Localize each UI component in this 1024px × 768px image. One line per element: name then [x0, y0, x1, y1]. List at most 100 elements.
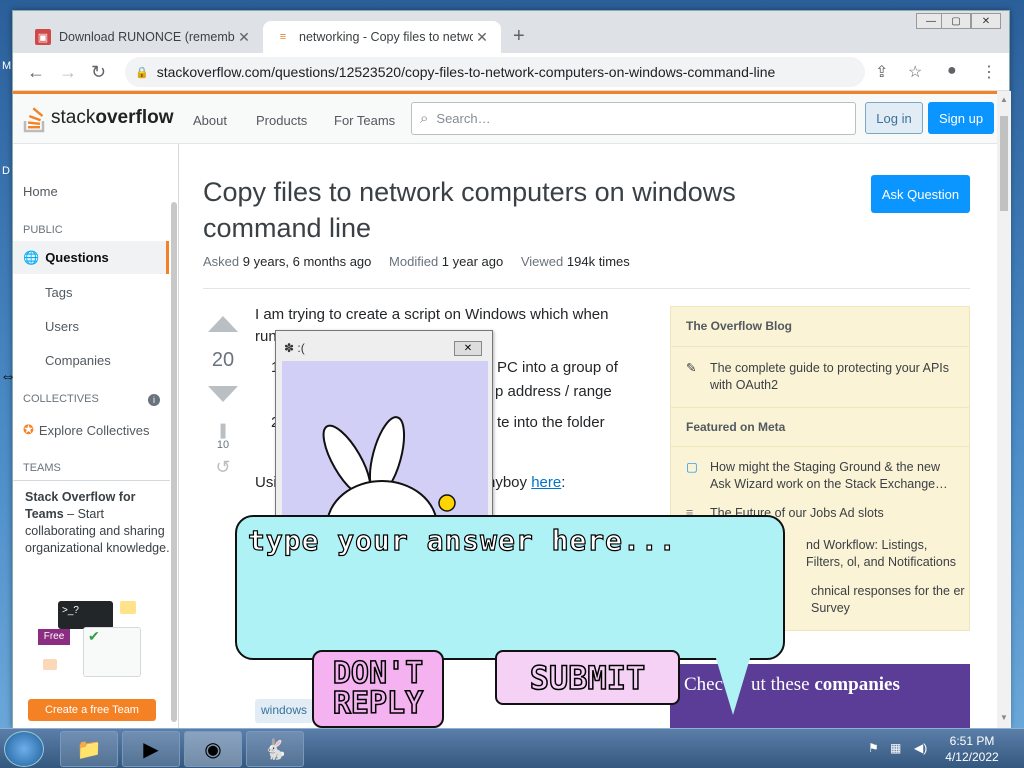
asked-label: Asked	[203, 254, 240, 269]
meta-item[interactable]: chnical responses for the er Survey	[811, 583, 966, 617]
terminal-icon: >_?	[58, 601, 113, 629]
search-placeholder: Search…	[436, 111, 491, 126]
meta-item[interactable]: nd Workflow: Listings, Filters, ol, and …	[806, 537, 966, 571]
viewed-value: 194k times	[566, 254, 630, 269]
submit-button[interactable]: SUBMIT	[495, 650, 680, 705]
clock[interactable]: 6:51 PM 4/12/2022	[942, 733, 1002, 765]
nav-for-teams[interactable]: For Teams	[334, 113, 395, 128]
signup-button[interactable]: Sign up	[928, 102, 994, 134]
downvote-icon[interactable]	[206, 384, 240, 404]
blog-item-text: The complete guide to protecting your AP…	[710, 361, 950, 392]
bookmark-icon[interactable]: ❚	[203, 421, 243, 439]
nav-about[interactable]: About	[193, 113, 227, 128]
meta-heading: Featured on Meta	[671, 407, 969, 447]
forward-icon[interactable]: →	[59, 62, 77, 83]
card-icon: ✔	[83, 627, 141, 677]
sidebar-item-home[interactable]: Home	[23, 184, 58, 199]
so-logo[interactable]: stack overflow	[23, 103, 173, 133]
menu-icon[interactable]: ⋮	[981, 62, 997, 82]
back-icon[interactable]: ←	[27, 62, 45, 83]
meta-item[interactable]: ▢ How might the Staging Ground & the new…	[686, 459, 961, 493]
chat-bubble-icon	[120, 601, 136, 614]
scroll-up-icon[interactable]: ▲	[1000, 95, 1008, 104]
desktop-icon-label[interactable]: M	[2, 60, 11, 72]
volume-icon[interactable]: ◀)	[914, 741, 927, 755]
network-icon[interactable]: ▦	[890, 741, 901, 755]
info-icon[interactable]: i	[148, 394, 160, 406]
new-tab-button[interactable]: +	[513, 25, 525, 48]
ask-question-button[interactable]: Ask Question	[871, 175, 970, 213]
page-scrollbar[interactable]: ▲ ▼	[997, 91, 1011, 729]
asked-value: 9 years, 6 months ago	[242, 254, 372, 269]
bunny-app-taskbar-icon[interactable]: 🐇	[246, 731, 304, 767]
gear-icon: ✽	[284, 341, 295, 355]
body-text: Usi	[255, 474, 277, 491]
sidebar-scrollbar[interactable]	[171, 202, 177, 722]
search-input[interactable]: ⌕ Search…	[411, 102, 856, 135]
blog-item[interactable]: ✎ The complete guide to protecting your …	[686, 360, 961, 394]
tab-title: networking - Copy files to netwo	[299, 30, 473, 44]
browser-toolbar: ← → ↻ 🔒 stackoverflow.com/questions/1252…	[13, 53, 1009, 91]
prank-popup-window[interactable]: ✽ :( ✕	[275, 330, 493, 520]
teams-illustration: >_? Free ✔	[38, 599, 148, 684]
modified-value[interactable]: 1 year ago	[442, 254, 503, 269]
explorer-taskbar-icon[interactable]: 📁	[60, 731, 118, 767]
list-text: te into the folder	[497, 414, 605, 431]
close-tab-icon[interactable]: ✕	[473, 29, 491, 46]
globe-icon: 🌐	[23, 249, 40, 265]
close-popup-button[interactable]: ✕	[454, 341, 482, 356]
question-title[interactable]: Copy files to network computers on windo…	[203, 174, 803, 246]
create-team-button[interactable]: Create a free Team	[28, 699, 156, 721]
sidebar-item-tags[interactable]: Tags	[45, 285, 72, 300]
clock-date: 4/12/2022	[945, 750, 999, 764]
start-button[interactable]	[4, 731, 44, 767]
upvote-icon[interactable]	[206, 314, 240, 334]
answer-input[interactable]: type your answer here...	[247, 523, 768, 564]
close-window-button[interactable]: ✕	[971, 13, 1001, 29]
dont-reply-button[interactable]: DON'T REPLY	[312, 650, 444, 728]
sidebar-item-questions[interactable]: 🌐 Questions	[13, 241, 169, 274]
vote-column: 20 ❚ 10 ↺	[203, 304, 243, 478]
desktop-icon-label[interactable]: D	[2, 165, 10, 177]
history-icon[interactable]: ↺	[203, 457, 243, 478]
address-bar[interactable]: 🔒 stackoverflow.com/questions/12523520/c…	[125, 57, 865, 87]
reload-icon[interactable]: ↻	[91, 62, 106, 83]
stackoverflow-icon: ≡	[279, 31, 287, 43]
popup-title: ✽ :(	[284, 341, 305, 355]
sidebar-item-companies[interactable]: Companies	[45, 353, 111, 368]
body-text: I am trying to create a script on Window…	[255, 306, 609, 323]
sidebar-item-label: Explore Collectives	[38, 422, 150, 438]
nav-products[interactable]: Products	[256, 113, 307, 128]
tag-windows[interactable]: windows	[255, 699, 314, 723]
left-sidebar: Home PUBLIC 🌐 Questions Tags Users Compa…	[13, 144, 179, 729]
so-logo-icon	[23, 107, 45, 133]
sidebar-section-public: PUBLIC	[23, 224, 63, 236]
sidebar-item-users[interactable]: Users	[45, 319, 79, 334]
media-player-taskbar-icon[interactable]: ▶	[122, 731, 180, 767]
search-icon: ⌕	[420, 110, 429, 127]
divider	[13, 480, 170, 481]
vote-count: 20	[211, 349, 235, 371]
maximize-button[interactable]: ▢	[941, 13, 971, 29]
windows-taskbar: 📁 ▶ ◉ 🐇 ⚑ ▦ ◀) 6:51 PM 4/12/2022	[0, 728, 1024, 768]
login-button[interactable]: Log in	[865, 102, 923, 134]
sidebar-item-explore-collectives[interactable]: ✪ Explore Collectives	[23, 422, 149, 438]
collectives-star-icon: ✪	[23, 422, 34, 437]
close-tab-icon[interactable]: ✕	[235, 29, 253, 46]
scroll-down-icon[interactable]: ▼	[1000, 713, 1008, 722]
chat-icon: ▢	[686, 460, 698, 474]
scrollbar-thumb[interactable]	[1000, 116, 1008, 211]
tab-runonce[interactable]: ▣ Download RUNONCE (remembe ✕	[23, 21, 263, 53]
star-icon[interactable]: ☆	[908, 62, 922, 82]
using-line: nyboy here:	[487, 472, 565, 494]
here-link[interactable]: here	[531, 474, 561, 491]
body-text: nyboy	[487, 474, 528, 491]
divider	[203, 288, 970, 289]
profile-icon[interactable]: ●	[947, 62, 957, 80]
tab-stackoverflow[interactable]: ≡ networking - Copy files to netwo ✕	[263, 21, 501, 53]
chrome-taskbar-icon[interactable]: ◉	[184, 731, 242, 767]
flag-icon[interactable]: ⚑	[868, 741, 879, 755]
meta-item-text: chnical responses for the er Survey	[811, 584, 965, 615]
list-text: p address / range	[495, 383, 612, 400]
share-icon[interactable]: ⇪	[875, 62, 888, 82]
